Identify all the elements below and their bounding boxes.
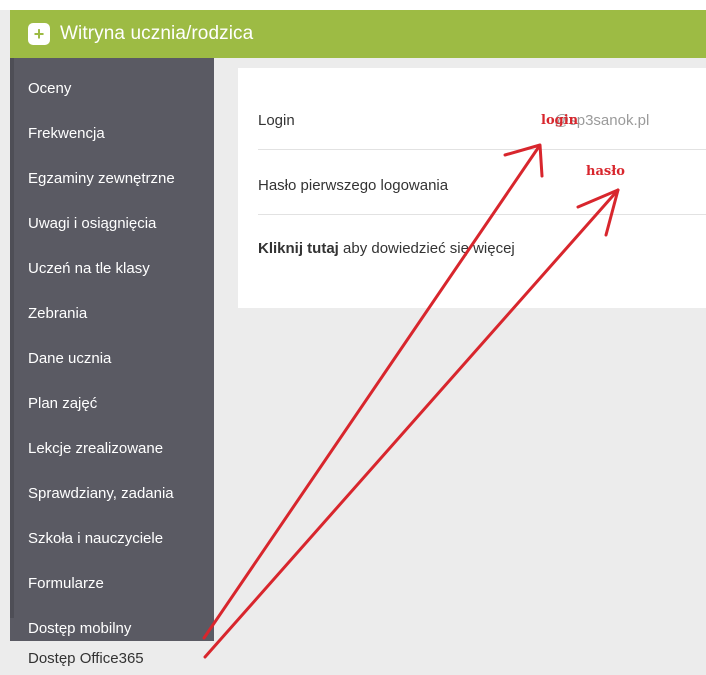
annotation-arrows	[202, 143, 620, 659]
arrow-to-login	[202, 146, 540, 640]
arrow-to-password	[203, 188, 620, 659]
